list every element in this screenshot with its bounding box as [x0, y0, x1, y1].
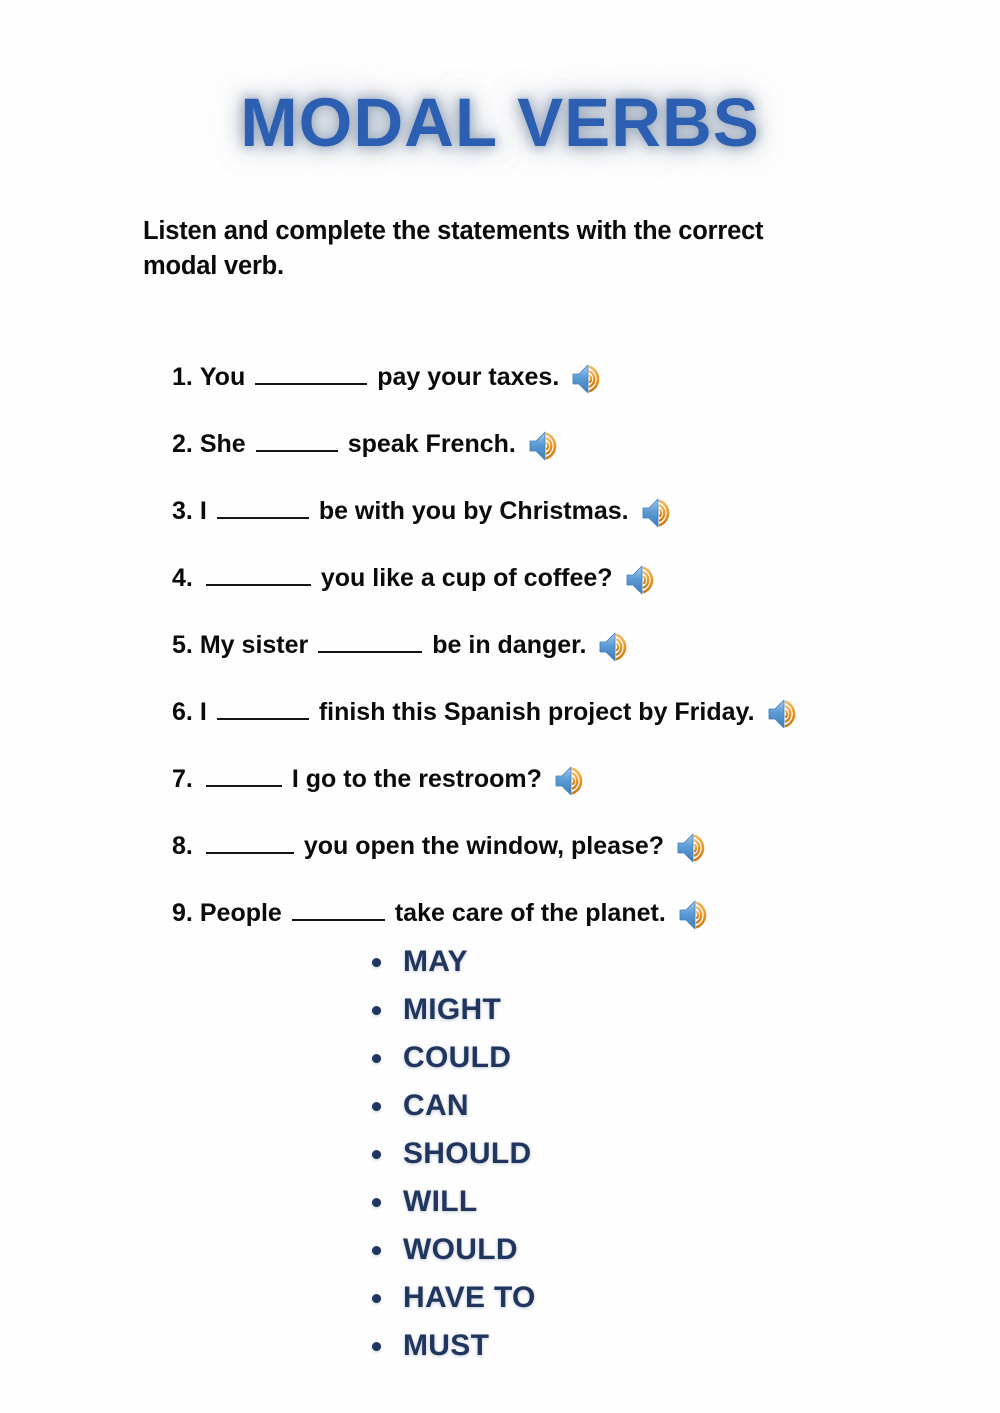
word-bank-item: MAY: [372, 938, 536, 986]
question-number: 5.: [172, 631, 193, 659]
question-text-before-blank: People: [199, 899, 282, 927]
word-bank-item: SHOULD: [372, 1130, 536, 1178]
question-text-before-blank: You: [199, 363, 246, 391]
question-number: 3.: [172, 497, 193, 525]
question-number: 8.: [172, 832, 193, 860]
question-text-before-blank: She: [199, 430, 246, 458]
question-text-before-blank: My sister: [199, 631, 309, 659]
speaker-icon[interactable]: [598, 630, 636, 664]
word-bank-label: CAN: [403, 1089, 469, 1122]
questions-list: 1. You pay your taxes. 2. She speak French.: [172, 344, 972, 947]
question-text-before-blank: I: [199, 698, 207, 726]
word-bank-item: MUST: [372, 1322, 536, 1370]
word-bank-label: WOULD: [403, 1233, 518, 1266]
word-bank-label: WILL: [403, 1185, 478, 1218]
word-bank-item: MIGHT: [372, 986, 536, 1034]
speaker-icon[interactable]: [767, 697, 805, 731]
question-row: 6. Ifinish this Spanish project by Friday…: [172, 679, 972, 746]
question-text-before-blank: I: [199, 497, 207, 525]
speaker-icon[interactable]: [676, 831, 714, 865]
word-bank-list: MAY MIGHT COULD CAN SHOULD WILL WOULD HAVE TO MU…: [372, 938, 536, 1370]
bullet-icon: [372, 1101, 381, 1111]
word-bank-label: SHOULD: [403, 1137, 532, 1170]
question-text-after-blank: pay your taxes.: [377, 363, 560, 391]
answer-blank[interactable]: [205, 768, 282, 787]
speaker-icon[interactable]: [528, 429, 566, 463]
bullet-icon: [372, 1293, 381, 1303]
speaker-icon[interactable]: [571, 362, 609, 396]
answer-blank[interactable]: [318, 634, 423, 653]
answer-blank[interactable]: [216, 701, 309, 720]
question-row: 8. you open the window, please?: [172, 813, 972, 880]
speaker-icon[interactable]: [625, 563, 663, 597]
speaker-icon[interactable]: [678, 898, 716, 932]
word-bank-item: WILL: [372, 1178, 536, 1226]
answer-blank[interactable]: [291, 902, 385, 921]
question-text-after-blank: take care of the planet.: [394, 899, 666, 927]
answer-blank[interactable]: [205, 835, 294, 854]
bullet-icon: [372, 1197, 381, 1207]
question-text-after-blank: finish this Spanish project by Friday.: [318, 698, 755, 726]
question-number: 4.: [172, 564, 193, 592]
question-row: 2. She speak French.: [172, 411, 972, 478]
instructions-text: Listen and complete the statements with …: [143, 217, 764, 281]
question-number: 9.: [172, 899, 193, 927]
page-title-container: MODAL VERBS: [0, 88, 1000, 157]
word-bank-label: MIGHT: [403, 993, 502, 1026]
word-bank-item: WOULD: [372, 1226, 536, 1274]
question-number: 6.: [172, 698, 193, 726]
bullet-icon: [372, 1149, 381, 1159]
speaker-icon[interactable]: [554, 764, 592, 798]
speaker-icon[interactable]: [641, 496, 679, 530]
question-number: 7.: [172, 765, 193, 793]
question-text-after-blank: I go to the restroom?: [291, 765, 542, 793]
bullet-icon: [372, 1341, 381, 1351]
word-bank-item: COULD: [372, 1034, 536, 1082]
word-bank-label: COULD: [403, 1041, 512, 1074]
word-bank-label: MUST: [403, 1329, 490, 1362]
worksheet-page: MODAL VERBS Listen and complete the stat…: [0, 0, 1000, 1413]
question-row: 3. Ibe with you by Christmas.: [172, 478, 972, 545]
word-bank-item: CAN: [372, 1082, 536, 1130]
word-bank-label: HAVE TO: [403, 1281, 536, 1314]
page-title: MODAL VERBS: [240, 84, 760, 161]
question-text-after-blank: be with you by Christmas.: [318, 497, 629, 525]
question-row: 5. My sister be in danger.: [172, 612, 972, 679]
question-text-after-blank: be in danger.: [432, 631, 587, 659]
question-text-after-blank: speak French.: [347, 430, 516, 458]
question-number: 2.: [172, 430, 193, 458]
bullet-icon: [372, 1245, 381, 1255]
question-text-after-blank: you like a cup of coffee?: [320, 564, 613, 592]
word-bank-label: MAY: [403, 945, 468, 978]
answer-blank[interactable]: [255, 366, 368, 385]
bullet-icon: [372, 1005, 381, 1015]
question-row: 4. you like a cup of coffee?: [172, 545, 972, 612]
question-row: 1. You pay your taxes.: [172, 344, 972, 411]
question-text-after-blank: you open the window, please?: [303, 832, 665, 860]
question-row: 7. I go to the restroom?: [172, 746, 972, 813]
answer-blank[interactable]: [205, 567, 311, 586]
question-row: 9. People take care of the planet.: [172, 880, 972, 947]
answer-blank[interactable]: [216, 500, 309, 519]
answer-blank[interactable]: [255, 433, 338, 452]
bullet-icon: [372, 1053, 381, 1063]
question-number: 1.: [172, 363, 193, 391]
bullet-icon: [372, 957, 381, 967]
word-bank-item: HAVE TO: [372, 1274, 536, 1322]
